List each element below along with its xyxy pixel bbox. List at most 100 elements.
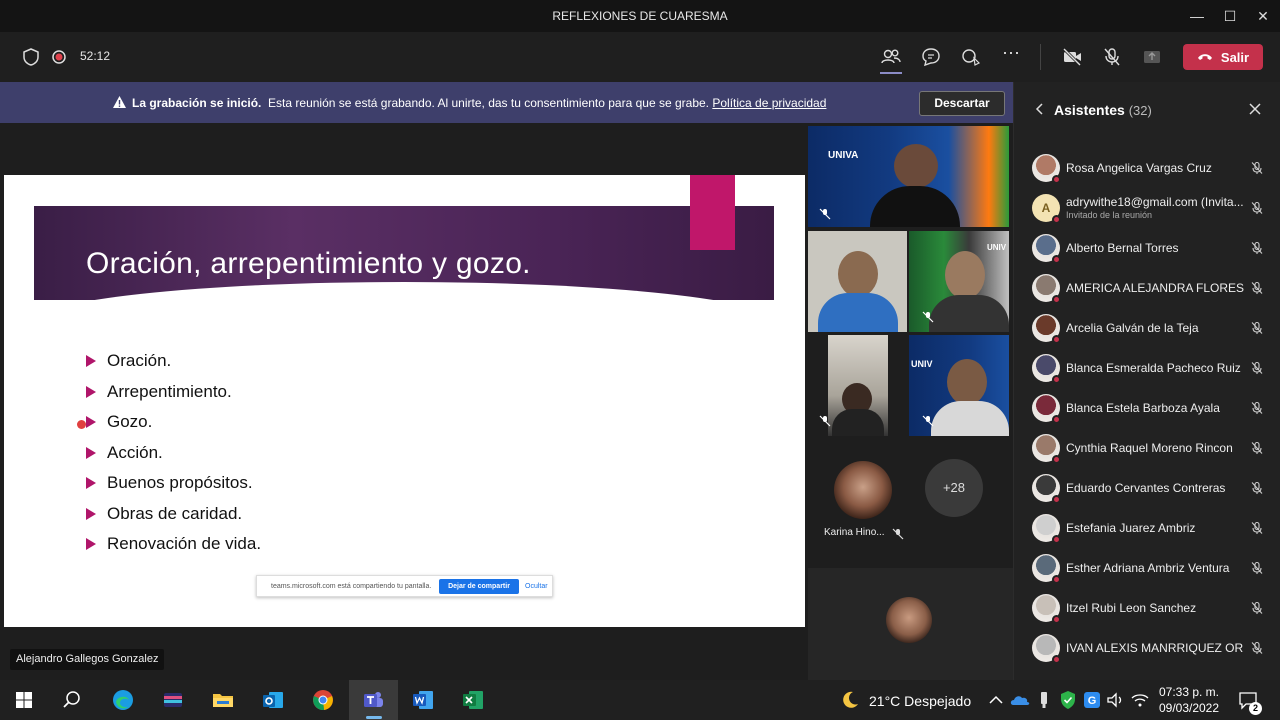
self-avatar[interactable]: [886, 597, 932, 643]
recording-icon: [52, 50, 66, 64]
participant-face: [945, 251, 985, 299]
share-screen-icon[interactable]: [1141, 46, 1163, 68]
mic-off-icon[interactable]: [1250, 601, 1264, 615]
more-participants-button[interactable]: +28: [925, 459, 983, 517]
mic-off-icon: [922, 415, 934, 427]
dismiss-button[interactable]: Descartar: [919, 91, 1005, 116]
slide-bullet: Gozo.: [86, 412, 261, 443]
participant-row[interactable]: Rosa Angelica Vargas Cruz: [1014, 148, 1280, 188]
participant-row[interactable]: AMERICA ALEJANDRA FLORES R...: [1014, 268, 1280, 308]
taskbar-clock[interactable]: 07:33 p. m. 09/03/2022: [1156, 684, 1222, 716]
presence-status-dot: [1052, 335, 1061, 344]
usb-device-icon[interactable]: [1032, 688, 1056, 712]
video-tile[interactable]: [828, 335, 888, 436]
back-chevron-icon[interactable]: [1034, 102, 1046, 116]
mic-off-icon[interactable]: [1250, 441, 1264, 455]
toolbar-divider: [1040, 44, 1041, 70]
mic-off-icon[interactable]: [1250, 561, 1264, 575]
onedrive-icon[interactable]: [1008, 688, 1032, 712]
volume-icon[interactable]: [1104, 688, 1128, 712]
leave-button[interactable]: Salir: [1183, 44, 1263, 70]
slide-bullet-list: Oración. Arrepentimiento. Gozo. Acción. …: [86, 351, 261, 565]
mic-off-icon[interactable]: [1250, 201, 1264, 215]
participant-row[interactable]: Arcelia Galván de la Teja: [1014, 308, 1280, 348]
outlook-icon[interactable]: [261, 688, 285, 712]
participant-face: [947, 359, 987, 405]
banner-bold-text: La grabación se inició.: [132, 96, 262, 110]
chat-icon[interactable]: [920, 46, 942, 68]
windows-start-icon[interactable]: [12, 688, 36, 712]
leave-label: Salir: [1220, 49, 1250, 65]
participant-row[interactable]: Estefania Juarez Ambriz: [1014, 508, 1280, 548]
meeting-timer: 52:12: [80, 49, 111, 63]
participants-icon[interactable]: [880, 46, 902, 68]
participant-row[interactable]: Esther Adriana Ambriz Ventura: [1014, 548, 1280, 588]
participant-row[interactable]: Cynthia Raquel Moreno Rincon: [1014, 428, 1280, 468]
video-tile[interactable]: UNIV: [909, 335, 1009, 436]
camera-off-icon[interactable]: [1061, 46, 1083, 68]
close-window-button[interactable]: ✕: [1248, 4, 1278, 28]
participant-name: Rosa Angelica Vargas Cruz: [1066, 161, 1212, 175]
mic-off-icon[interactable]: [1250, 481, 1264, 495]
video-tile[interactable]: UNIVA: [808, 126, 1009, 227]
warning-icon: [113, 96, 126, 108]
participant-row[interactable]: Blanca Estela Barboza Ayala: [1014, 388, 1280, 428]
mic-off-icon[interactable]: [1250, 161, 1264, 175]
participant-avatar[interactable]: [834, 461, 892, 519]
minimize-button[interactable]: —: [1182, 4, 1212, 28]
presence-status-dot: [1052, 655, 1061, 664]
participant-row[interactable]: Itzel Rubi Leon Sanchez: [1014, 588, 1280, 628]
close-icon[interactable]: [1248, 102, 1262, 116]
edge-browser-icon[interactable]: [111, 688, 135, 712]
mic-off-icon: [922, 311, 934, 323]
participant-row[interactable]: Eduardo Cervantes Contreras: [1014, 468, 1280, 508]
mic-off-icon[interactable]: [1250, 521, 1264, 535]
recording-banner: La grabación se inició. Esta reunión se …: [0, 82, 1013, 123]
participant-role: Invitado de la reunión: [1066, 210, 1153, 220]
photos-app-icon[interactable]: [161, 688, 185, 712]
slide-title: Oración, arrepentimiento y gozo.: [86, 247, 531, 280]
participant-body: [870, 186, 960, 227]
wifi-icon[interactable]: [1128, 688, 1152, 712]
hide-notice-link[interactable]: Ocultar: [525, 583, 548, 590]
video-tile[interactable]: UNIV: [909, 231, 1009, 332]
mic-off-icon[interactable]: [1250, 361, 1264, 375]
participant-body: [818, 293, 898, 332]
maximize-button[interactable]: ☐: [1215, 4, 1245, 28]
reactions-icon[interactable]: [960, 46, 982, 68]
word-icon[interactable]: [411, 688, 435, 712]
clock-time: 07:33 p. m.: [1158, 685, 1220, 699]
teams-icon[interactable]: [361, 688, 385, 712]
univa-logo: UNIVA: [828, 150, 859, 161]
share-notice-text: teams.microsoft.com está compartiendo tu…: [271, 583, 432, 590]
mic-off-icon[interactable]: [1250, 241, 1264, 255]
chrome-icon[interactable]: [311, 688, 335, 712]
mic-off-icon[interactable]: [1101, 46, 1123, 68]
mic-off-icon[interactable]: [1250, 401, 1264, 415]
mic-off-icon[interactable]: [1250, 281, 1264, 295]
excel-icon[interactable]: [461, 688, 485, 712]
banner-text: Esta reunión se está grabando. Al unirte…: [268, 96, 709, 110]
privacy-policy-link[interactable]: Política de privacidad: [712, 96, 826, 110]
stop-sharing-button[interactable]: Dejar de compartir: [439, 579, 519, 594]
file-explorer-icon[interactable]: [211, 688, 235, 712]
chevron-up-icon[interactable]: [984, 688, 1008, 712]
video-tile[interactable]: [808, 231, 907, 332]
mic-off-icon[interactable]: [1250, 321, 1264, 335]
participant-name: adrywithe18@gmail.com (Invita...: [1066, 195, 1244, 209]
participant-row[interactable]: IVAN ALEXIS MANRRIQUEZ OR...: [1014, 628, 1280, 668]
participant-face: [838, 251, 878, 297]
weather-label[interactable]: 21°C Despejado: [869, 693, 971, 709]
shield-icon[interactable]: [20, 46, 42, 68]
moon-weather-icon[interactable]: [838, 688, 862, 712]
presence-status-dot: [1052, 375, 1061, 384]
participant-row[interactable]: Alberto Bernal Torres: [1014, 228, 1280, 268]
participant-row[interactable]: Aadrywithe18@gmail.com (Invita... Invitad…: [1014, 188, 1280, 228]
more-options-icon[interactable]: ⋯: [1000, 44, 1022, 66]
app-tray-icon[interactable]: G: [1080, 688, 1104, 712]
security-shield-icon[interactable]: [1056, 688, 1080, 712]
mic-off-icon[interactable]: [1250, 641, 1264, 655]
participant-name: Eduardo Cervantes Contreras: [1066, 481, 1226, 495]
search-icon[interactable]: [60, 688, 84, 712]
participant-row[interactable]: Blanca Esmeralda Pacheco Ruiz: [1014, 348, 1280, 388]
